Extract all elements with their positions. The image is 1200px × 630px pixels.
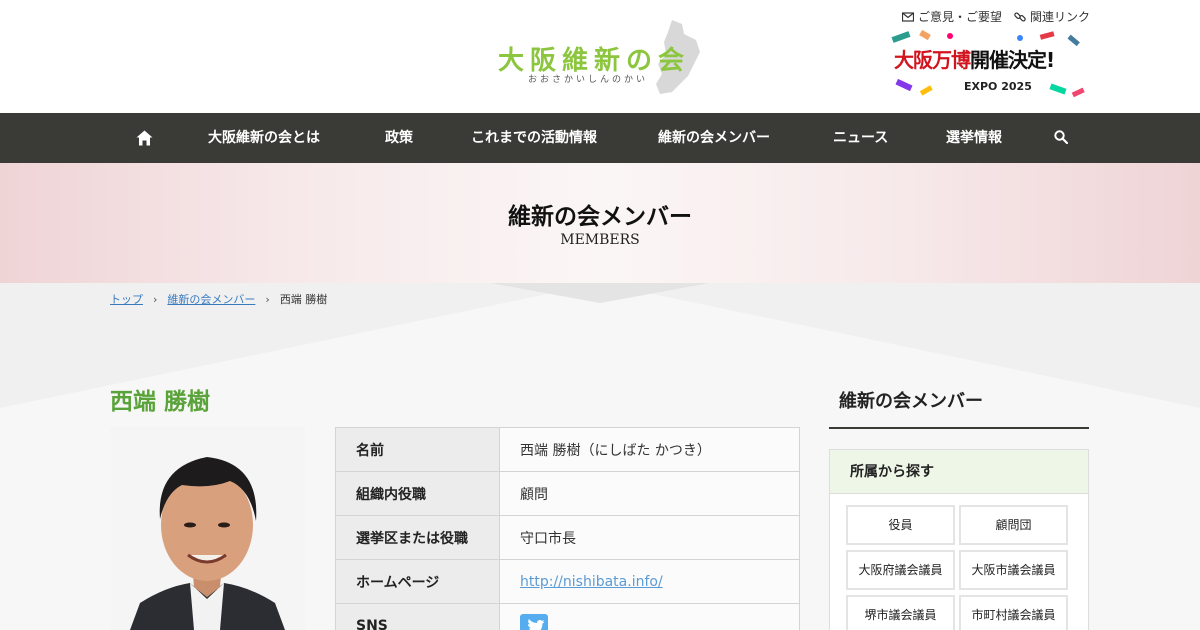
table-row: ホームページ http://nishibata.info/ xyxy=(335,559,800,604)
member-profile-table: 名前 西端 勝樹（にしばた かつき） 組織内役職 顧問 選挙区または役職 守口市… xyxy=(335,427,800,630)
related-links-label: 関連リンク xyxy=(1029,10,1090,24)
member-name-heading: 西端 勝樹 xyxy=(110,389,211,415)
table-row: 名前 西端 勝樹（にしばた かつき） xyxy=(335,427,800,472)
breadcrumb-top[interactable]: トップ xyxy=(110,291,143,307)
chevron-right-icon: › xyxy=(153,292,158,306)
expo-banner-title: 大阪万博開催決定! xyxy=(894,44,1055,73)
page-subtitle: MEMBERS xyxy=(560,232,640,248)
expo-banner-title-red: 大阪万博 xyxy=(894,48,971,72)
nav-home[interactable] xyxy=(136,113,153,163)
filter-municipal-button[interactable]: 市町村議会議員 xyxy=(959,595,1068,630)
row-value-district: 守口市長 xyxy=(499,515,800,560)
home-icon xyxy=(136,130,153,146)
row-value-sns xyxy=(499,603,800,630)
chevron-right-icon: › xyxy=(265,292,270,306)
site-logo[interactable]: 大阪維新の会 おおさかいしんのかい xyxy=(496,18,702,96)
table-row: 組織内役職 顧問 xyxy=(335,471,800,516)
related-links-link[interactable]: 関連リンク xyxy=(1014,8,1090,25)
nav-activities[interactable]: これまでの活動情報 xyxy=(471,113,597,163)
search-icon xyxy=(1054,130,1069,145)
feedback-link[interactable]: ご意見・ご要望 xyxy=(901,8,1002,25)
twitter-icon[interactable] xyxy=(520,613,548,630)
feedback-link-label: ご意見・ご要望 xyxy=(917,10,1002,24)
nav-elections[interactable]: 選挙情報 xyxy=(946,113,1002,163)
member-photo xyxy=(110,427,305,630)
page-hero: 維新の会メンバー MEMBERS xyxy=(0,163,1200,283)
row-label-district: 選挙区または役職 xyxy=(335,515,500,560)
site-header: 大阪維新の会 おおさかいしんのかい ご意見・ご要望 関連リンク 大阪万博開催決定… xyxy=(0,0,1200,113)
filter-advisors-button[interactable]: 顧問団 xyxy=(959,505,1068,545)
row-label-homepage: ホームページ xyxy=(335,559,500,604)
homepage-link[interactable]: http://nishibata.info/ xyxy=(520,574,663,590)
row-value-position: 顧問 xyxy=(499,471,800,516)
row-value-homepage: http://nishibata.info/ xyxy=(499,559,800,604)
expo-2025-banner[interactable]: 大阪万博開催決定! EXPO 2025 xyxy=(890,30,1090,102)
nav-news[interactable]: ニュース xyxy=(833,113,888,163)
table-row: 選挙区または役職 守口市長 xyxy=(335,515,800,560)
sidebar-affiliation-box: 所属から探す 役員 顧問団 大阪府議会議員 大阪市議会議員 堺市議会議員 市町村… xyxy=(829,449,1089,630)
row-value-name: 西端 勝樹（にしばた かつき） xyxy=(499,427,800,472)
utility-links: ご意見・ご要望 関連リンク xyxy=(901,8,1090,25)
member-portrait xyxy=(110,427,305,630)
breadcrumb: トップ › 維新の会メンバー › 西端 勝樹 xyxy=(110,291,327,307)
main-nav: 大阪維新の会とは 政策 これまでの活動情報 維新の会メンバー ニュース 選挙情報 xyxy=(0,113,1200,163)
expo-banner-title-black: 開催決定! xyxy=(970,48,1055,72)
row-label-name: 名前 xyxy=(335,427,500,472)
expo-banner-subtitle: EXPO 2025 xyxy=(964,80,1032,93)
sidebar-box-title: 所属から探す xyxy=(830,450,1088,494)
filter-prefectural-button[interactable]: 大阪府議会議員 xyxy=(846,550,955,590)
row-label-position: 組織内役職 xyxy=(335,471,500,516)
nav-search[interactable] xyxy=(1054,113,1069,163)
breadcrumb-current: 西端 勝樹 xyxy=(279,293,328,306)
table-row: SNS xyxy=(335,603,800,630)
nav-about[interactable]: 大阪維新の会とは xyxy=(208,113,320,163)
nav-members[interactable]: 維新の会メンバー xyxy=(658,113,770,163)
link-icon xyxy=(1014,11,1026,22)
envelope-icon xyxy=(901,11,914,22)
sidebar-title: 維新の会メンバー xyxy=(829,380,1089,429)
filter-sakai-button[interactable]: 堺市議会議員 xyxy=(846,595,955,630)
nav-policy[interactable]: 政策 xyxy=(385,113,413,163)
row-label-sns: SNS xyxy=(335,603,500,630)
breadcrumb-members[interactable]: 維新の会メンバー xyxy=(167,291,255,307)
logo-subtitle: おおさかいしんのかい xyxy=(528,75,649,85)
filter-city-button[interactable]: 大阪市議会議員 xyxy=(959,550,1068,590)
filter-officers-button[interactable]: 役員 xyxy=(846,505,955,545)
page-title: 維新の会メンバー xyxy=(508,204,692,230)
